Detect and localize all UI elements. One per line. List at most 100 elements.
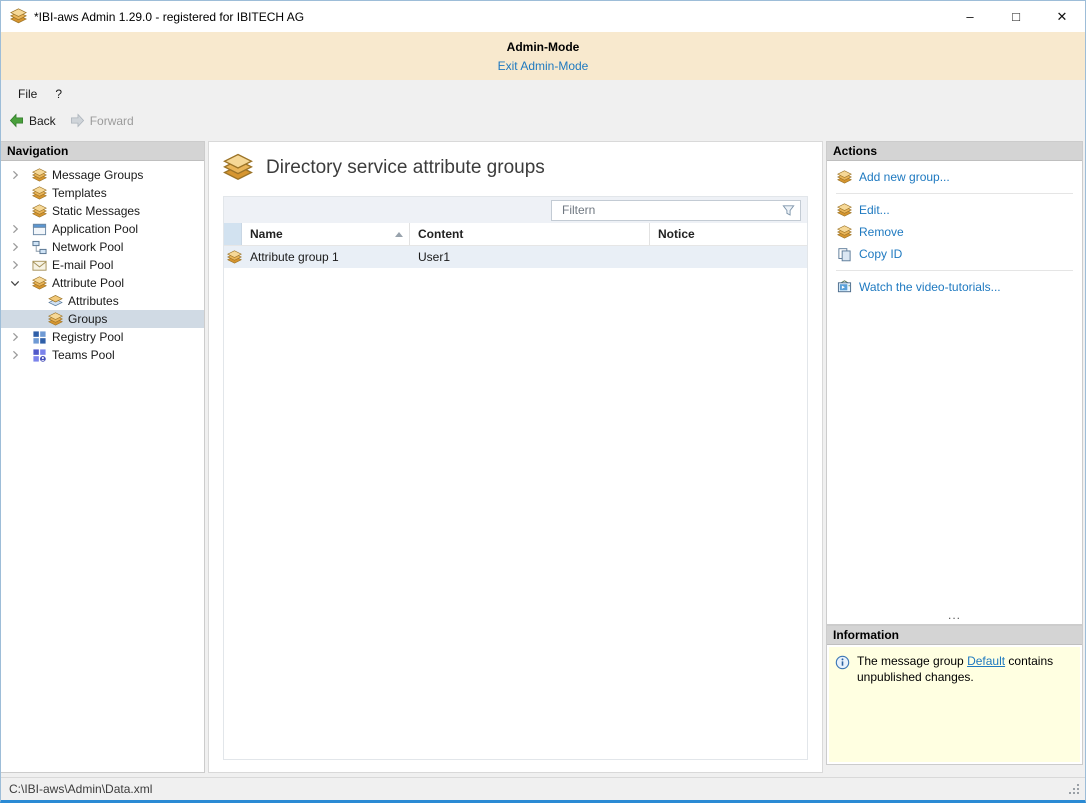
templates-icon [31, 185, 47, 201]
nav-item-templates[interactable]: Templates [1, 184, 204, 202]
column-header-name[interactable]: Name [242, 223, 410, 245]
window-title: *IBI-aws Admin 1.29.0 - registered for I… [34, 10, 304, 24]
column-header-content[interactable]: Content [410, 223, 650, 245]
nav-item-message-groups[interactable]: Message Groups [1, 166, 204, 184]
nav-item-attribute-pool[interactable]: Attribute Pool [1, 274, 204, 292]
window-controls: – □ ✕ [947, 1, 1085, 32]
statusbar: C:\IBI-aws\Admin\Data.xml [1, 777, 1085, 800]
menu-help[interactable]: ? [46, 84, 71, 104]
registry-pool-icon [31, 329, 47, 345]
info-text-before: The message group [857, 654, 967, 668]
close-button[interactable]: ✕ [1039, 1, 1085, 32]
default-group-link[interactable]: Default [967, 654, 1005, 668]
filter-input[interactable] [552, 203, 781, 217]
nav-item-static-messages[interactable]: Static Messages [1, 202, 204, 220]
back-button[interactable]: Back [9, 113, 56, 128]
table-header: Name Content Notice [224, 223, 807, 246]
nav-item-attributes[interactable]: Attributes [1, 292, 204, 310]
action-copy-id[interactable]: Copy ID [827, 243, 1082, 265]
forward-label: Forward [90, 114, 134, 128]
teams-pool-icon [31, 347, 47, 363]
attribute-pool-icon [31, 275, 47, 291]
nav-item-groups[interactable]: Groups [1, 310, 204, 328]
navigation-panel: Navigation Message Groups Templates Stat… [1, 141, 205, 773]
action-label: Edit... [859, 203, 890, 217]
nav-item-label: Registry Pool [52, 330, 123, 344]
back-label: Back [29, 114, 56, 128]
copy-id-icon [837, 247, 852, 262]
actions-list: Add new group... Edit... Remove Copy ID [827, 161, 1082, 624]
column-label: Notice [658, 227, 695, 241]
actions-separator [836, 270, 1073, 271]
chevron-right-icon[interactable] [7, 239, 23, 255]
cell-notice [650, 246, 807, 268]
forward-button[interactable]: Forward [70, 113, 134, 128]
video-tutorials-icon [837, 280, 852, 295]
nav-item-label: E-mail Pool [52, 258, 113, 272]
nav-item-teams-pool[interactable]: Teams Pool [1, 346, 204, 364]
column-label: Content [418, 227, 463, 241]
selector-column-header[interactable] [224, 223, 242, 245]
action-label: Remove [859, 225, 904, 239]
action-label: Copy ID [859, 247, 902, 261]
attributes-icon [47, 293, 63, 309]
actions-panel: Actions Add new group... Edit... Remove [826, 141, 1083, 625]
nav-item-label: Attribute Pool [52, 276, 124, 290]
nav-item-label: Application Pool [52, 222, 138, 236]
nav-item-email-pool[interactable]: E-mail Pool [1, 256, 204, 274]
action-edit[interactable]: Edit... [827, 199, 1082, 221]
maximize-button[interactable]: □ [993, 1, 1039, 32]
page-title: Directory service attribute groups [266, 157, 545, 179]
nav-item-label: Templates [52, 186, 107, 200]
info-icon [835, 655, 850, 670]
nav-item-label: Groups [68, 312, 107, 326]
action-add-new-group[interactable]: Add new group... [827, 166, 1082, 188]
nav-item-label: Static Messages [52, 204, 140, 218]
nav-item-label: Teams Pool [52, 348, 115, 362]
nav-item-label: Message Groups [52, 168, 143, 182]
static-messages-icon [31, 203, 47, 219]
nav-item-registry-pool[interactable]: Registry Pool [1, 328, 204, 346]
groups-list: Name Content Notice Attribute group 1 [223, 196, 808, 760]
right-panel: Actions Add new group... Edit... Remove [826, 141, 1083, 773]
email-pool-icon [31, 257, 47, 273]
actions-separator [836, 193, 1073, 194]
row-selector-cell [224, 246, 242, 268]
information-message: The message group Default contains unpub… [857, 654, 1074, 686]
minimize-button[interactable]: – [947, 1, 993, 32]
cell-content: User1 [410, 246, 650, 268]
main-area: Navigation Message Groups Templates Stat… [1, 134, 1085, 777]
actions-overflow[interactable]: ... [827, 608, 1082, 624]
network-pool-icon [31, 239, 47, 255]
groups-icon [47, 311, 63, 327]
expander-spacer [7, 203, 23, 219]
table-row[interactable]: Attribute group 1 User1 [224, 246, 807, 268]
filter-funnel-icon[interactable] [781, 203, 796, 218]
chevron-right-icon[interactable] [7, 221, 23, 237]
nav-item-network-pool[interactable]: Network Pool [1, 238, 204, 256]
chevron-down-icon[interactable] [7, 275, 23, 291]
data-file-path: C:\IBI-aws\Admin\Data.xml [9, 782, 152, 796]
content-panel: Directory service attribute groups Name [208, 141, 823, 773]
resize-grip-icon[interactable] [1068, 783, 1081, 796]
chevron-right-icon[interactable] [7, 347, 23, 363]
chevron-right-icon[interactable] [7, 167, 23, 183]
admin-mode-title: Admin-Mode [507, 40, 580, 54]
action-label: Watch the video-tutorials... [859, 280, 1001, 294]
attribute-groups-icon [223, 153, 253, 183]
column-label: Name [250, 227, 283, 241]
filter-band [224, 197, 807, 223]
action-remove[interactable]: Remove [827, 221, 1082, 243]
edit-group-icon [837, 203, 852, 218]
exit-admin-mode-link[interactable]: Exit Admin-Mode [498, 59, 589, 73]
app-window: *IBI-aws Admin 1.29.0 - registered for I… [0, 0, 1086, 803]
column-header-notice[interactable]: Notice [650, 223, 807, 245]
nav-item-application-pool[interactable]: Application Pool [1, 220, 204, 238]
chevron-right-icon[interactable] [7, 257, 23, 273]
chevron-right-icon[interactable] [7, 329, 23, 345]
app-icon [10, 8, 27, 25]
menu-file[interactable]: File [9, 84, 46, 104]
action-watch-video-tutorials[interactable]: Watch the video-tutorials... [827, 276, 1082, 298]
nav-item-label: Attributes [68, 294, 119, 308]
actions-header: Actions [827, 142, 1082, 161]
